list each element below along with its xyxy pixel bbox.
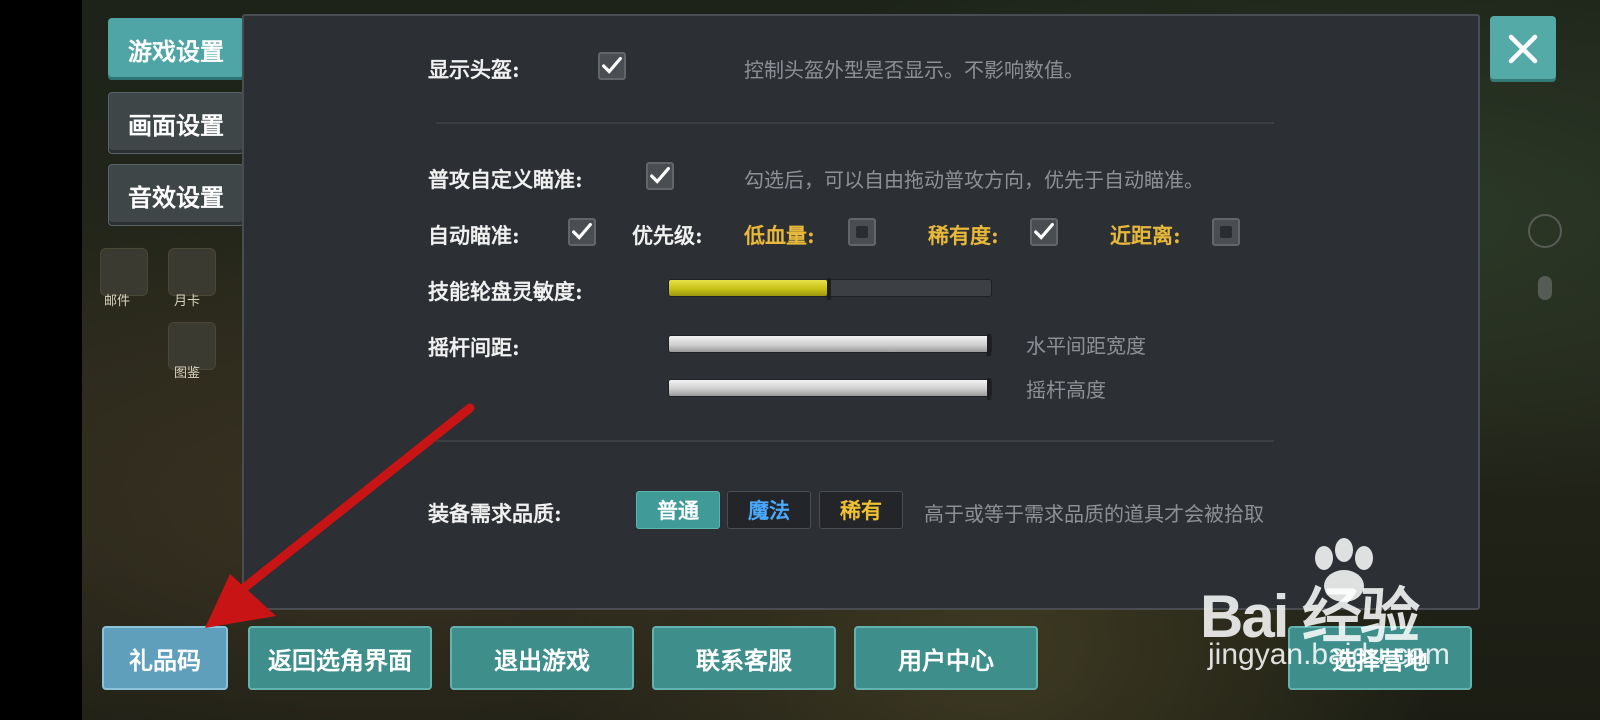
baidu-watermark: Bai 经验 jingyan.baidu.com [1200,538,1500,678]
watermark-url: jingyan.baidu.com [1208,638,1450,671]
